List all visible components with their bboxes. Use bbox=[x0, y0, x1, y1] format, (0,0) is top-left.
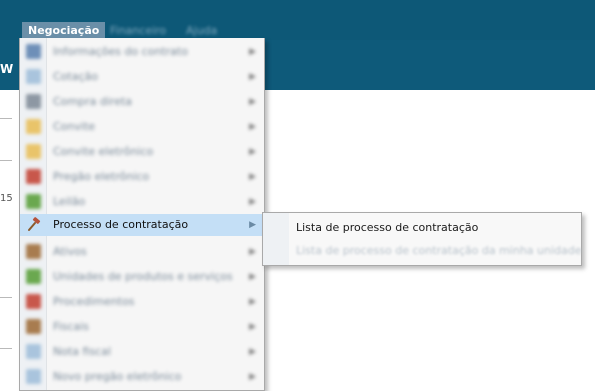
chevron-right-icon: ▶ bbox=[249, 322, 256, 332]
contract-icon bbox=[26, 44, 41, 59]
menu-item-convite-eletronico[interactable]: Convite eletrônico ▶ bbox=[20, 141, 264, 163]
menu-item-label: Unidades de produtos e serviços bbox=[53, 270, 233, 283]
menu-item-cotacao[interactable]: Cotação ▶ bbox=[20, 66, 264, 88]
chevron-right-icon: ▶ bbox=[249, 372, 256, 382]
submenu-item-label: Lista de processo de contratação da minh… bbox=[296, 244, 582, 257]
menu-item-label: Novo pregão eletrônico bbox=[53, 370, 182, 383]
menu-item-unidades[interactable]: Unidades de produtos e serviços ▶ bbox=[20, 266, 264, 288]
menu-item-label: Convite bbox=[53, 120, 96, 133]
chevron-right-icon: ▶ bbox=[249, 347, 256, 357]
chevron-right-icon: ▶ bbox=[249, 97, 256, 107]
chevron-right-icon: ▶ bbox=[249, 220, 256, 230]
menu-item-label: Leilão bbox=[53, 195, 86, 208]
menu-item-nota-fiscal[interactable]: Nota fiscal ▶ bbox=[20, 341, 264, 363]
folder-icon bbox=[26, 144, 41, 159]
menu-item-informacoes-contrato[interactable]: Informações do contrato ▶ bbox=[20, 41, 264, 63]
chevron-right-icon: ▶ bbox=[249, 72, 256, 82]
menu-item-label: Fiscais bbox=[53, 320, 89, 333]
units-icon bbox=[26, 269, 41, 284]
chevron-right-icon: ▶ bbox=[249, 147, 256, 157]
chevron-right-icon: ▶ bbox=[249, 272, 256, 282]
page-title-fragment: W bbox=[0, 62, 14, 76]
background-number: 15 bbox=[0, 193, 13, 204]
menu-item-label: Ativos bbox=[53, 245, 87, 258]
submenu-item-lista-processo[interactable]: Lista de processo de contratação bbox=[263, 216, 581, 238]
hammer-icon bbox=[26, 217, 41, 232]
menu-item-fiscais[interactable]: Fiscais ▶ bbox=[20, 316, 264, 338]
submenu-item-label: Lista de processo de contratação bbox=[296, 221, 479, 234]
menu-item-label: Nota fiscal bbox=[53, 345, 112, 358]
folder-icon bbox=[26, 119, 41, 134]
chevron-right-icon: ▶ bbox=[249, 47, 256, 57]
quote-icon bbox=[26, 69, 41, 84]
processo-contratacao-submenu: Lista de processo de contratação Lista d… bbox=[262, 212, 582, 266]
menu-item-label: Convite eletrônico bbox=[53, 145, 154, 158]
menu-item-convite[interactable]: Convite ▶ bbox=[20, 116, 264, 138]
menu-item-label: Procedimentos bbox=[53, 295, 135, 308]
new-icon bbox=[26, 369, 41, 384]
menu-item-label: Pregão eletrônico bbox=[53, 170, 150, 183]
menu-item-procedimentos[interactable]: Procedimentos ▶ bbox=[20, 291, 264, 313]
chevron-right-icon: ▶ bbox=[249, 172, 256, 182]
menu-item-novo-pregao[interactable]: Novo pregão eletrônico ▶ bbox=[20, 366, 264, 388]
chevron-right-icon: ▶ bbox=[249, 197, 256, 207]
gavel-icon bbox=[26, 169, 41, 184]
chevron-right-icon: ▶ bbox=[249, 122, 256, 132]
box-icon bbox=[26, 244, 41, 259]
menu-item-label: Compra direta bbox=[53, 95, 133, 108]
menu-bar: Negociação Financeiro Ajuda bbox=[0, 0, 595, 40]
negociacao-dropdown: Informações do contrato ▶ Cotação ▶ Comp… bbox=[19, 38, 265, 391]
auction-icon bbox=[26, 194, 41, 209]
procedure-icon bbox=[26, 294, 41, 309]
fiscal-icon bbox=[26, 319, 41, 334]
menu-item-leilao[interactable]: Leilão ▶ bbox=[20, 191, 264, 213]
invoice-icon bbox=[26, 344, 41, 359]
menu-item-compra-direta[interactable]: Compra direta ▶ bbox=[20, 91, 264, 113]
menu-item-pregao-eletronico[interactable]: Pregão eletrônico ▶ bbox=[20, 166, 264, 188]
menu-item-ativos[interactable]: Ativos ▶ bbox=[20, 241, 264, 263]
chevron-right-icon: ▶ bbox=[249, 247, 256, 257]
menu-item-label: Cotação bbox=[53, 70, 98, 83]
menu-item-label: Processo de contratação bbox=[53, 218, 189, 231]
cart-icon bbox=[26, 94, 41, 109]
submenu-item-lista-minha-unidade[interactable]: Lista de processo de contratação da minh… bbox=[263, 239, 582, 261]
chevron-right-icon: ▶ bbox=[249, 297, 256, 307]
menu-item-processo-de-contratacao[interactable]: Processo de contratação ▶ bbox=[20, 214, 264, 236]
menu-item-label: Informações do contrato bbox=[53, 45, 188, 58]
